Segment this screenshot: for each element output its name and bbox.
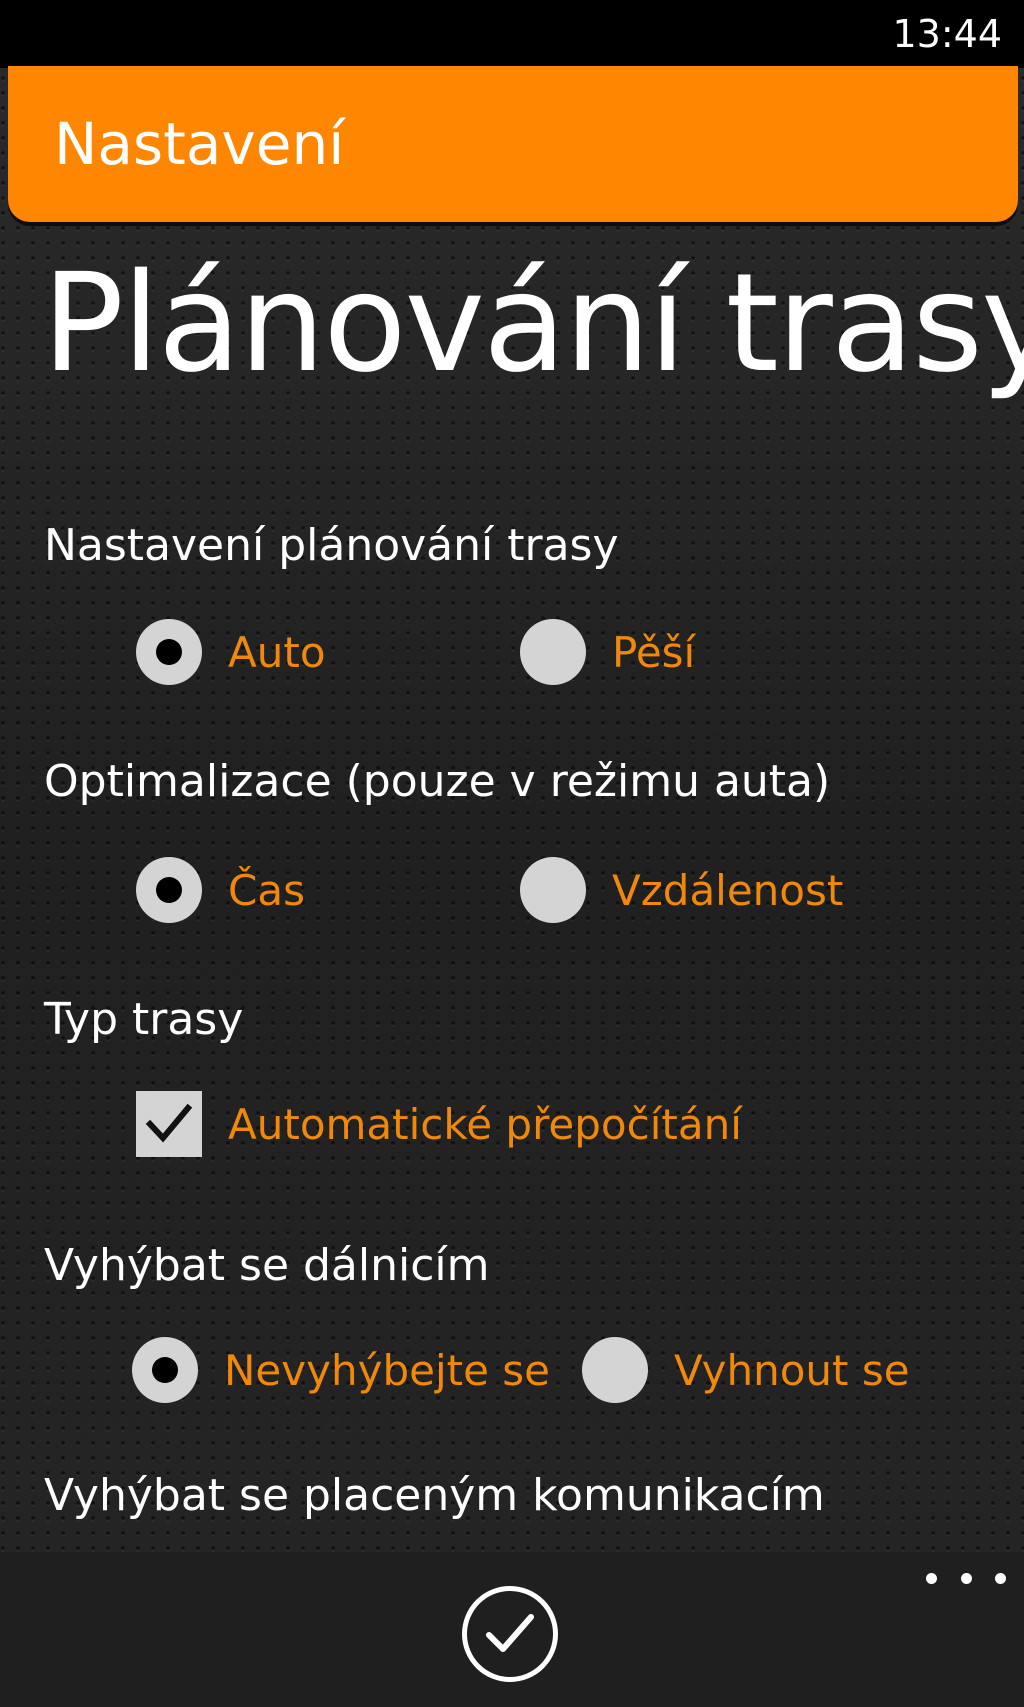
radio-vyhnout-label: Vyhnout se [674, 1345, 910, 1395]
checkbox-checked-icon [136, 1091, 202, 1157]
clock: 13:44 [892, 12, 1002, 56]
page-title: Plánování trasy [42, 245, 1024, 403]
radio-pesi-label: Pěší [612, 627, 696, 677]
radio-auto-label: Auto [228, 627, 326, 677]
radio-nevyhybejte[interactable]: Nevyhýbejte se [132, 1334, 550, 1406]
radio-nevyhybejte-label: Nevyhýbejte se [224, 1345, 550, 1395]
route-type-label: Typ trasy [44, 994, 244, 1045]
avoid-highways-label: Vyhýbat se dálnicím [44, 1240, 490, 1291]
radio-unchecked-icon [582, 1337, 648, 1403]
optimization-label: Optimalizace (pouze v režimu auta) [44, 756, 831, 807]
radio-checked-icon [136, 619, 202, 685]
radio-cas[interactable]: Čas [136, 854, 305, 926]
status-bar: 13:44 [0, 0, 1024, 68]
avoid-tolls-label: Vyhýbat se placeným komunikacím [44, 1470, 825, 1521]
radio-vzdalenost-label: Vzdálenost [612, 865, 844, 915]
checkmark-icon [486, 1614, 534, 1652]
more-icon[interactable] [926, 1560, 1006, 1596]
more-dot [995, 1572, 1006, 1584]
radio-checked-icon [136, 857, 202, 923]
header-bar: Nastavení [8, 66, 1018, 222]
radio-unchecked-icon [520, 857, 586, 923]
radio-unchecked-icon [520, 619, 586, 685]
checkbox-auto-recalc[interactable]: Automatické přepočítání [136, 1088, 742, 1160]
checkmark-icon [145, 1103, 193, 1143]
confirm-button[interactable] [462, 1586, 558, 1682]
radio-checked-icon [132, 1337, 198, 1403]
radio-auto[interactable]: Auto [136, 616, 326, 688]
radio-vzdalenost[interactable]: Vzdálenost [520, 854, 843, 926]
more-dot [960, 1572, 972, 1584]
radio-pesi[interactable]: Pěší [520, 616, 695, 688]
more-dot [926, 1572, 937, 1584]
header-title: Nastavení [54, 110, 345, 178]
radio-cas-label: Čas [228, 865, 305, 915]
radio-vyhnout[interactable]: Vyhnout se [582, 1334, 910, 1406]
checkbox-auto-recalc-label: Automatické přepočítání [228, 1099, 742, 1149]
route-mode-label: Nastavení plánování trasy [44, 520, 619, 571]
app-bar [0, 1552, 1024, 1707]
